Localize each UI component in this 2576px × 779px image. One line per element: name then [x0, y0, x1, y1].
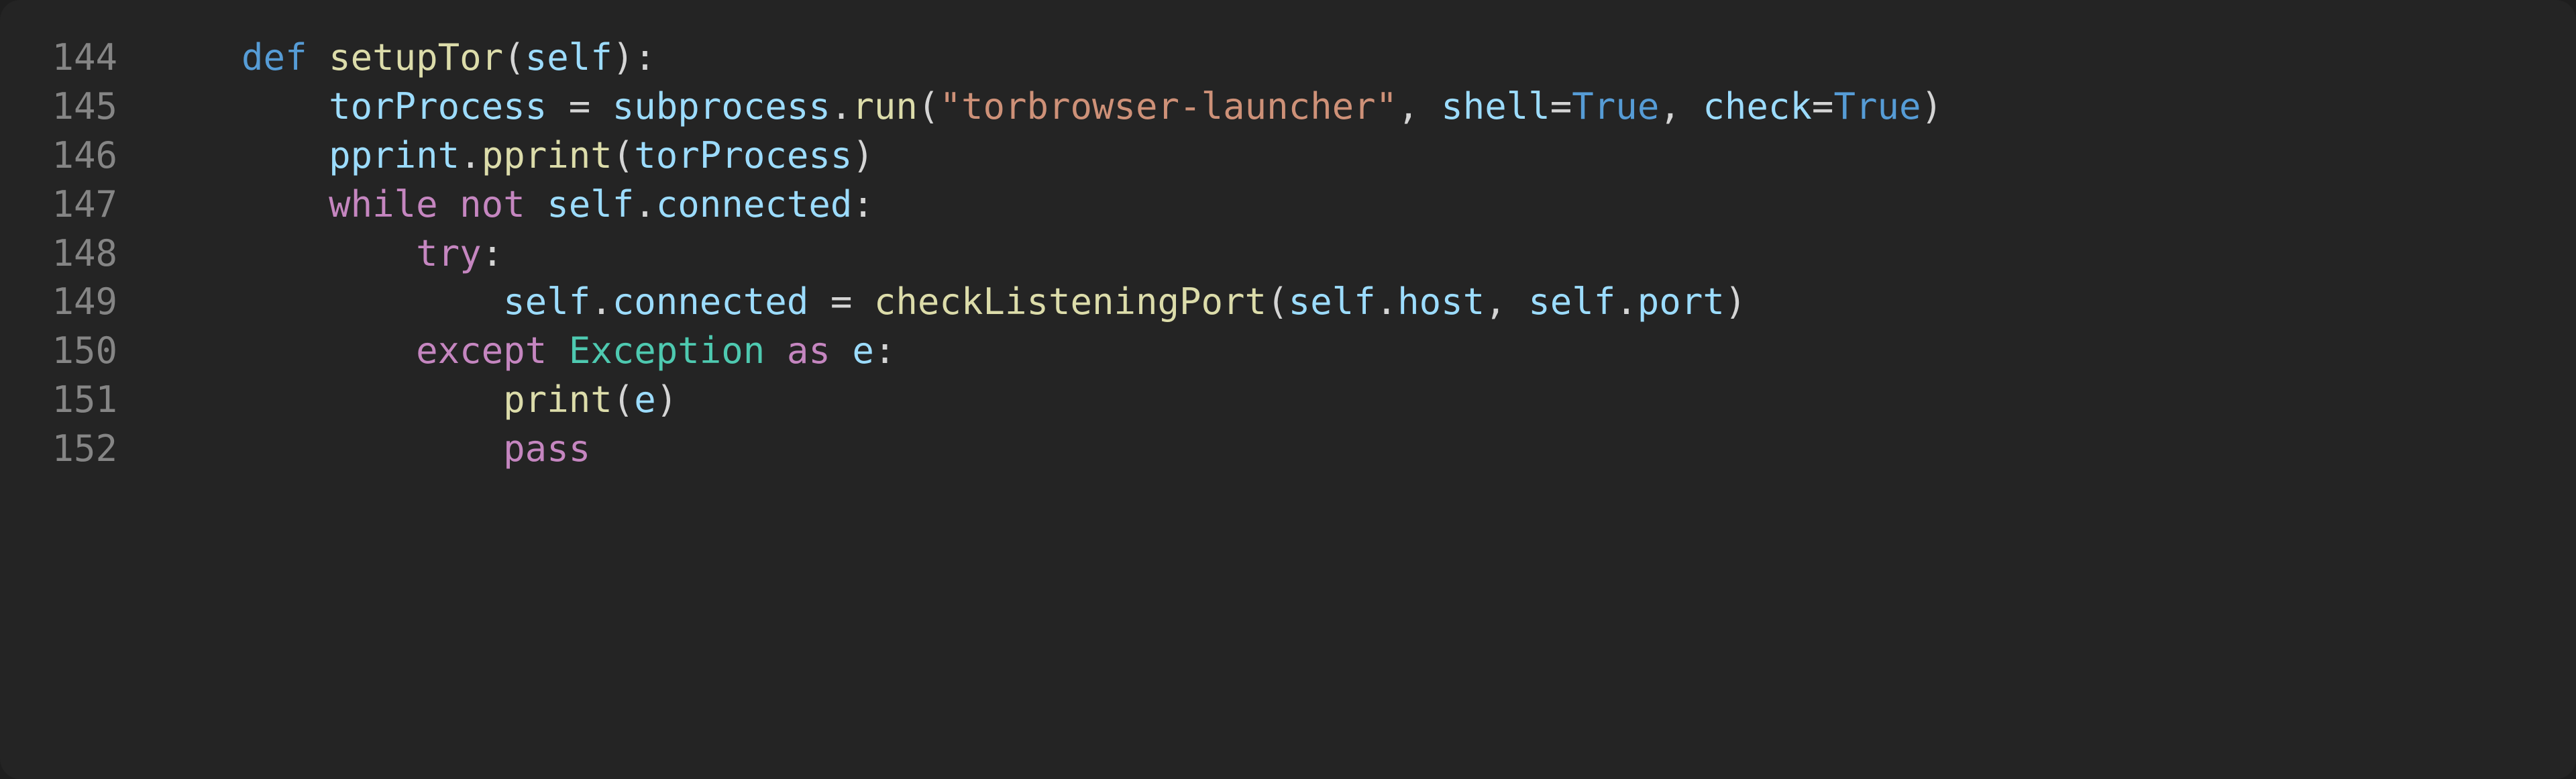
token: . — [830, 85, 853, 127]
line-number: 146 — [0, 132, 154, 180]
token: e — [634, 378, 656, 421]
token: self — [1528, 280, 1615, 323]
token: , — [1485, 280, 1528, 323]
token: ): — [612, 36, 656, 79]
code-content[interactable]: self.connected = checkListeningPort(self… — [154, 278, 2576, 327]
token: subprocess — [612, 85, 830, 127]
code-line[interactable]: 147 while not self.connected: — [0, 180, 2576, 229]
token: = — [569, 85, 612, 127]
line-number: 148 — [0, 229, 154, 278]
code-line[interactable]: 146 pprint.pprint(torProcess) — [0, 132, 2576, 180]
token: ( — [1267, 280, 1289, 323]
token: self — [547, 183, 634, 225]
line-number: 152 — [0, 425, 154, 474]
indent — [154, 85, 329, 127]
token: : — [482, 232, 504, 274]
token: port — [1638, 280, 1725, 323]
line-number: 149 — [0, 278, 154, 327]
token: shell — [1441, 85, 1550, 127]
indent — [154, 280, 503, 323]
token: setupTor — [329, 36, 503, 79]
token: ( — [612, 378, 635, 421]
token: "torbrowser-launcher" — [939, 85, 1397, 127]
token: ( — [503, 36, 525, 79]
code-content[interactable]: except Exception as e: — [154, 327, 2576, 376]
code-content[interactable]: torProcess = subprocess.run("torbrowser-… — [154, 83, 2576, 132]
token: ) — [656, 378, 678, 421]
code-editor[interactable]: 144 def setupTor(self):145 torProcess = … — [0, 34, 2576, 474]
line-number: 144 — [0, 34, 154, 83]
code-content[interactable]: def setupTor(self): — [154, 34, 2576, 83]
token: self — [1289, 280, 1376, 323]
token: . — [1376, 280, 1398, 323]
token: torProcess — [329, 85, 569, 127]
token: pprint — [482, 134, 612, 176]
token: ( — [612, 134, 635, 176]
indent — [154, 329, 416, 372]
token: ( — [918, 85, 940, 127]
token: not — [460, 183, 547, 225]
token: e — [852, 329, 874, 372]
token: print — [503, 378, 612, 421]
token: . — [1615, 280, 1638, 323]
line-number: 150 — [0, 327, 154, 376]
indent — [154, 378, 503, 421]
indent — [154, 134, 329, 176]
token: True — [1572, 85, 1659, 127]
code-content[interactable]: pprint.pprint(torProcess) — [154, 132, 2576, 180]
code-content[interactable]: pass — [154, 425, 2576, 474]
token: self — [525, 36, 612, 79]
indent — [154, 232, 416, 274]
token: as — [787, 329, 853, 372]
code-line[interactable]: 145 torProcess = subprocess.run("torbrow… — [0, 83, 2576, 132]
indent — [154, 183, 329, 225]
token: Exception — [569, 329, 787, 372]
token: . — [634, 183, 656, 225]
token: def — [241, 36, 329, 79]
token: run — [852, 85, 918, 127]
token: = — [1812, 85, 1834, 127]
token: pprint — [329, 134, 460, 176]
code-line[interactable]: 151 print(e) — [0, 376, 2576, 425]
token: True — [1833, 85, 1921, 127]
token: , — [1659, 85, 1703, 127]
token: host — [1397, 280, 1485, 323]
line-number: 151 — [0, 376, 154, 425]
code-line[interactable]: 144 def setupTor(self): — [0, 34, 2576, 83]
token: = — [830, 280, 874, 323]
line-number: 145 — [0, 83, 154, 132]
code-line[interactable]: 152 pass — [0, 425, 2576, 474]
code-content[interactable]: try: — [154, 229, 2576, 278]
line-number: 147 — [0, 180, 154, 229]
token: try — [416, 232, 482, 274]
token: connected — [656, 183, 853, 225]
code-content[interactable]: print(e) — [154, 376, 2576, 425]
token: , — [1397, 85, 1441, 127]
token: ) — [852, 134, 874, 176]
token: : — [852, 183, 874, 225]
token: . — [460, 134, 482, 176]
token: checkListeningPort — [874, 280, 1267, 323]
code-content[interactable]: while not self.connected: — [154, 180, 2576, 229]
token: while — [329, 183, 460, 225]
code-line[interactable]: 149 self.connected = checkListeningPort(… — [0, 278, 2576, 327]
token: : — [874, 329, 896, 372]
token: pass — [503, 427, 590, 470]
token: self — [503, 280, 590, 323]
indent — [154, 427, 503, 470]
token: torProcess — [634, 134, 852, 176]
token: ) — [1725, 280, 1747, 323]
token: ) — [1921, 85, 1943, 127]
token: check — [1703, 85, 1812, 127]
token: except — [416, 329, 569, 372]
code-line[interactable]: 150 except Exception as e: — [0, 327, 2576, 376]
indent — [154, 36, 241, 79]
token: . — [590, 280, 612, 323]
token: connected — [612, 280, 830, 323]
code-line[interactable]: 148 try: — [0, 229, 2576, 278]
token: = — [1550, 85, 1572, 127]
